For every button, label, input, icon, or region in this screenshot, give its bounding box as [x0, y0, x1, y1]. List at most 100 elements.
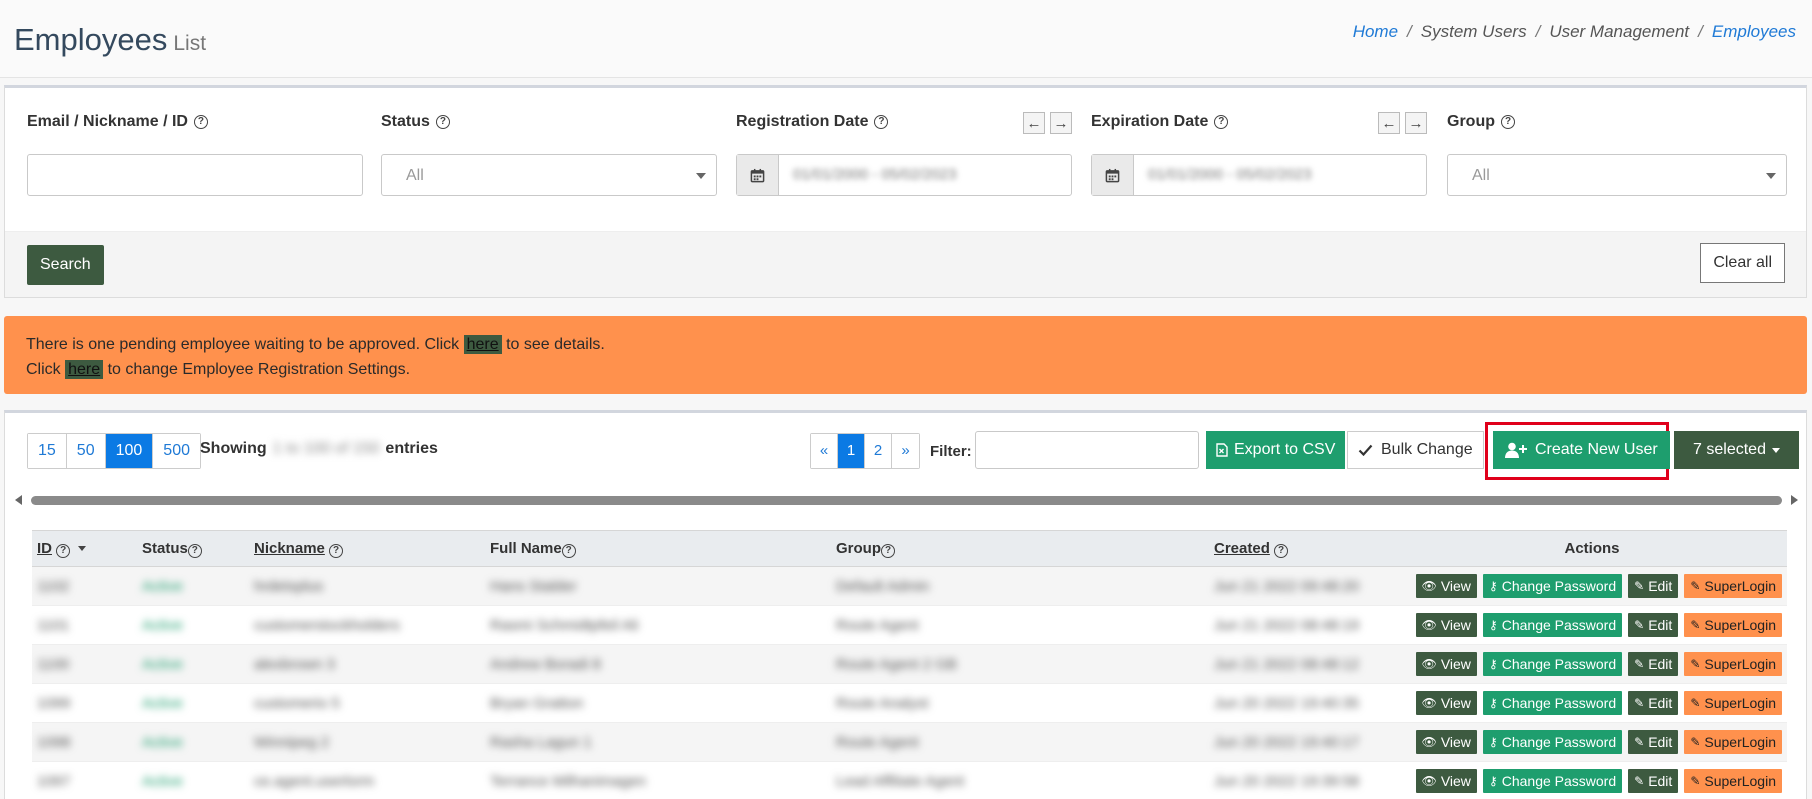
help-icon[interactable]: ?: [435, 115, 450, 129]
cell-created: Jun 20 2022 19:39:58: [1209, 762, 1397, 799]
superlogin-button[interactable]: ✎ SuperLogin: [1684, 730, 1782, 754]
breadcrumb-separator: /: [1698, 22, 1703, 41]
view-button[interactable]: 👁 View: [1415, 691, 1477, 715]
create-new-user-button[interactable]: Create New User: [1493, 431, 1670, 469]
search-button[interactable]: Search: [27, 245, 104, 285]
scroll-right-icon[interactable]: [1791, 495, 1798, 505]
export-csv-button[interactable]: Export to CSV: [1206, 431, 1346, 469]
edit-button[interactable]: ✎ Edit: [1628, 613, 1679, 637]
help-icon[interactable]: ?: [187, 543, 202, 558]
scroll-left-icon[interactable]: [15, 495, 22, 505]
change-password-button[interactable]: ⚷ Change Password: [1482, 613, 1623, 637]
horizontal-scrollbar[interactable]: [9, 493, 1804, 507]
cell-full-name: Andrew Boradi 8: [485, 645, 831, 684]
page-1[interactable]: 1: [838, 434, 865, 468]
edit-icon: ✎: [1634, 618, 1645, 632]
superlogin-button[interactable]: ✎ SuperLogin: [1684, 574, 1782, 598]
arrow-right-icon[interactable]: →: [1405, 112, 1427, 134]
calendar-icon: [737, 155, 779, 195]
expiration-date-value: 01/01/2000 - 05/02/2023: [1148, 166, 1312, 183]
group-select[interactable]: All: [1447, 154, 1787, 196]
change-password-button[interactable]: ⚷ Change Password: [1482, 730, 1623, 754]
column-header-actions: Actions: [1397, 530, 1787, 567]
view-button[interactable]: 👁 View: [1415, 769, 1477, 793]
help-icon[interactable]: ?: [329, 543, 344, 558]
change-password-label: Change Password: [1501, 656, 1617, 672]
registration-date-filter: Registration Date?: [736, 112, 889, 132]
chevron-down-icon: [696, 173, 706, 179]
cell-full-name-value: Rasmi Schmidtpfeil Ali: [490, 616, 639, 634]
change-password-label: Change Password: [1501, 617, 1617, 633]
help-icon[interactable]: ?: [1501, 115, 1515, 129]
view-button[interactable]: 👁 View: [1415, 574, 1477, 598]
page-prev[interactable]: «: [811, 434, 838, 468]
registration-date-input[interactable]: 01/01/2000 - 05/02/2023: [736, 154, 1072, 196]
view-button[interactable]: 👁 View: [1415, 652, 1477, 676]
help-icon[interactable]: ?: [1274, 543, 1289, 558]
scrollbar-thumb[interactable]: [31, 496, 1782, 505]
change-password-button[interactable]: ⚷ Change Password: [1482, 574, 1623, 598]
superlogin-button[interactable]: ✎ SuperLogin: [1684, 613, 1782, 637]
pending-details-link[interactable]: here: [463, 335, 502, 354]
page-size-500[interactable]: 500: [153, 434, 200, 468]
expiration-date-label-text: Expiration Date: [1091, 113, 1209, 130]
bulk-change-button[interactable]: Bulk Change: [1347, 431, 1484, 469]
help-icon[interactable]: ?: [881, 543, 895, 558]
page-size-100[interactable]: 100: [105, 434, 154, 468]
view-button[interactable]: 👁 View: [1415, 613, 1477, 637]
help-icon[interactable]: ?: [874, 115, 889, 129]
edit-icon: ✎: [1690, 735, 1701, 749]
help-icon[interactable]: ?: [561, 543, 576, 558]
edit-button[interactable]: ✎ Edit: [1628, 652, 1679, 676]
help-icon[interactable]: ?: [1214, 115, 1229, 129]
key-icon: ⚷: [1488, 618, 1498, 632]
expiration-date-input[interactable]: 01/01/2000 - 05/02/2023: [1091, 154, 1427, 196]
change-password-button[interactable]: ⚷ Change Password: [1482, 769, 1623, 793]
column-header-nickname[interactable]: Nickname ?: [249, 530, 485, 567]
superlogin-button[interactable]: ✎ SuperLogin: [1684, 769, 1782, 793]
edit-button[interactable]: ✎ Edit: [1628, 574, 1679, 598]
clear-all-button[interactable]: Clear all: [1700, 243, 1785, 283]
expiration-date-label: Expiration Date?: [1091, 112, 1229, 132]
breadcrumb-home[interactable]: Home: [1353, 22, 1398, 42]
cell-group-value: Route Agent: [836, 733, 919, 751]
page-size-15[interactable]: 15: [28, 434, 67, 468]
arrow-right-icon[interactable]: →: [1050, 112, 1072, 134]
column-header-status: Status?: [137, 530, 249, 567]
columns-selected-dropdown[interactable]: 7 selected: [1674, 431, 1799, 469]
superlogin-button[interactable]: ✎ SuperLogin: [1684, 652, 1782, 676]
column-header-id[interactable]: ID ?: [32, 530, 137, 567]
status-select[interactable]: All: [381, 154, 717, 196]
email-nickname-id-input[interactable]: [27, 154, 363, 196]
employees-table: ID ? Status? Nickname ? Full Name? Group…: [32, 530, 1787, 799]
cell-actions: 👁 View ⚷ Change Password ✎ Edit ✎ SuperLogin: [1397, 684, 1787, 723]
column-header-created[interactable]: Created ?: [1209, 530, 1397, 567]
help-icon[interactable]: ?: [193, 115, 208, 129]
table-filter-input[interactable]: [975, 431, 1199, 469]
page-next[interactable]: »: [892, 434, 919, 468]
superlogin-button[interactable]: ✎ SuperLogin: [1684, 691, 1782, 715]
edit-button[interactable]: ✎ Edit: [1628, 730, 1679, 754]
edit-button[interactable]: ✎ Edit: [1628, 769, 1679, 793]
row-actions: 👁 View ⚷ Change Password ✎ Edit ✎ SuperLogin: [1402, 613, 1782, 637]
change-password-button[interactable]: ⚷ Change Password: [1482, 652, 1623, 676]
cell-status-value: Active: [142, 772, 183, 790]
edit-button[interactable]: ✎ Edit: [1628, 691, 1679, 715]
pending-employee-alert: There is one pending employee waiting to…: [4, 316, 1807, 394]
change-password-button[interactable]: ⚷ Change Password: [1482, 691, 1623, 715]
cell-created-value: Jun 20 2022 19:40:35: [1214, 694, 1360, 712]
arrow-left-icon[interactable]: ←: [1378, 112, 1400, 134]
column-header-group: Group?: [831, 530, 1209, 567]
cell-full-name: Hans Stalder: [485, 567, 831, 606]
arrow-left-icon[interactable]: ←: [1023, 112, 1045, 134]
table-row: 1097 Active ce.agent.userlorm Terrance M…: [32, 761, 1787, 799]
registration-settings-link[interactable]: here: [65, 360, 104, 379]
view-button[interactable]: 👁 View: [1415, 730, 1477, 754]
cell-id-value: 1099: [37, 694, 71, 712]
breadcrumb-separator: /: [1535, 22, 1541, 41]
cell-created-value: Jun 21 2022 08:48:12: [1214, 655, 1360, 673]
help-icon[interactable]: ?: [56, 543, 71, 558]
page-size-50[interactable]: 50: [66, 434, 106, 468]
breadcrumb-employees[interactable]: Employees: [1712, 22, 1796, 42]
page-2[interactable]: 2: [865, 434, 892, 468]
